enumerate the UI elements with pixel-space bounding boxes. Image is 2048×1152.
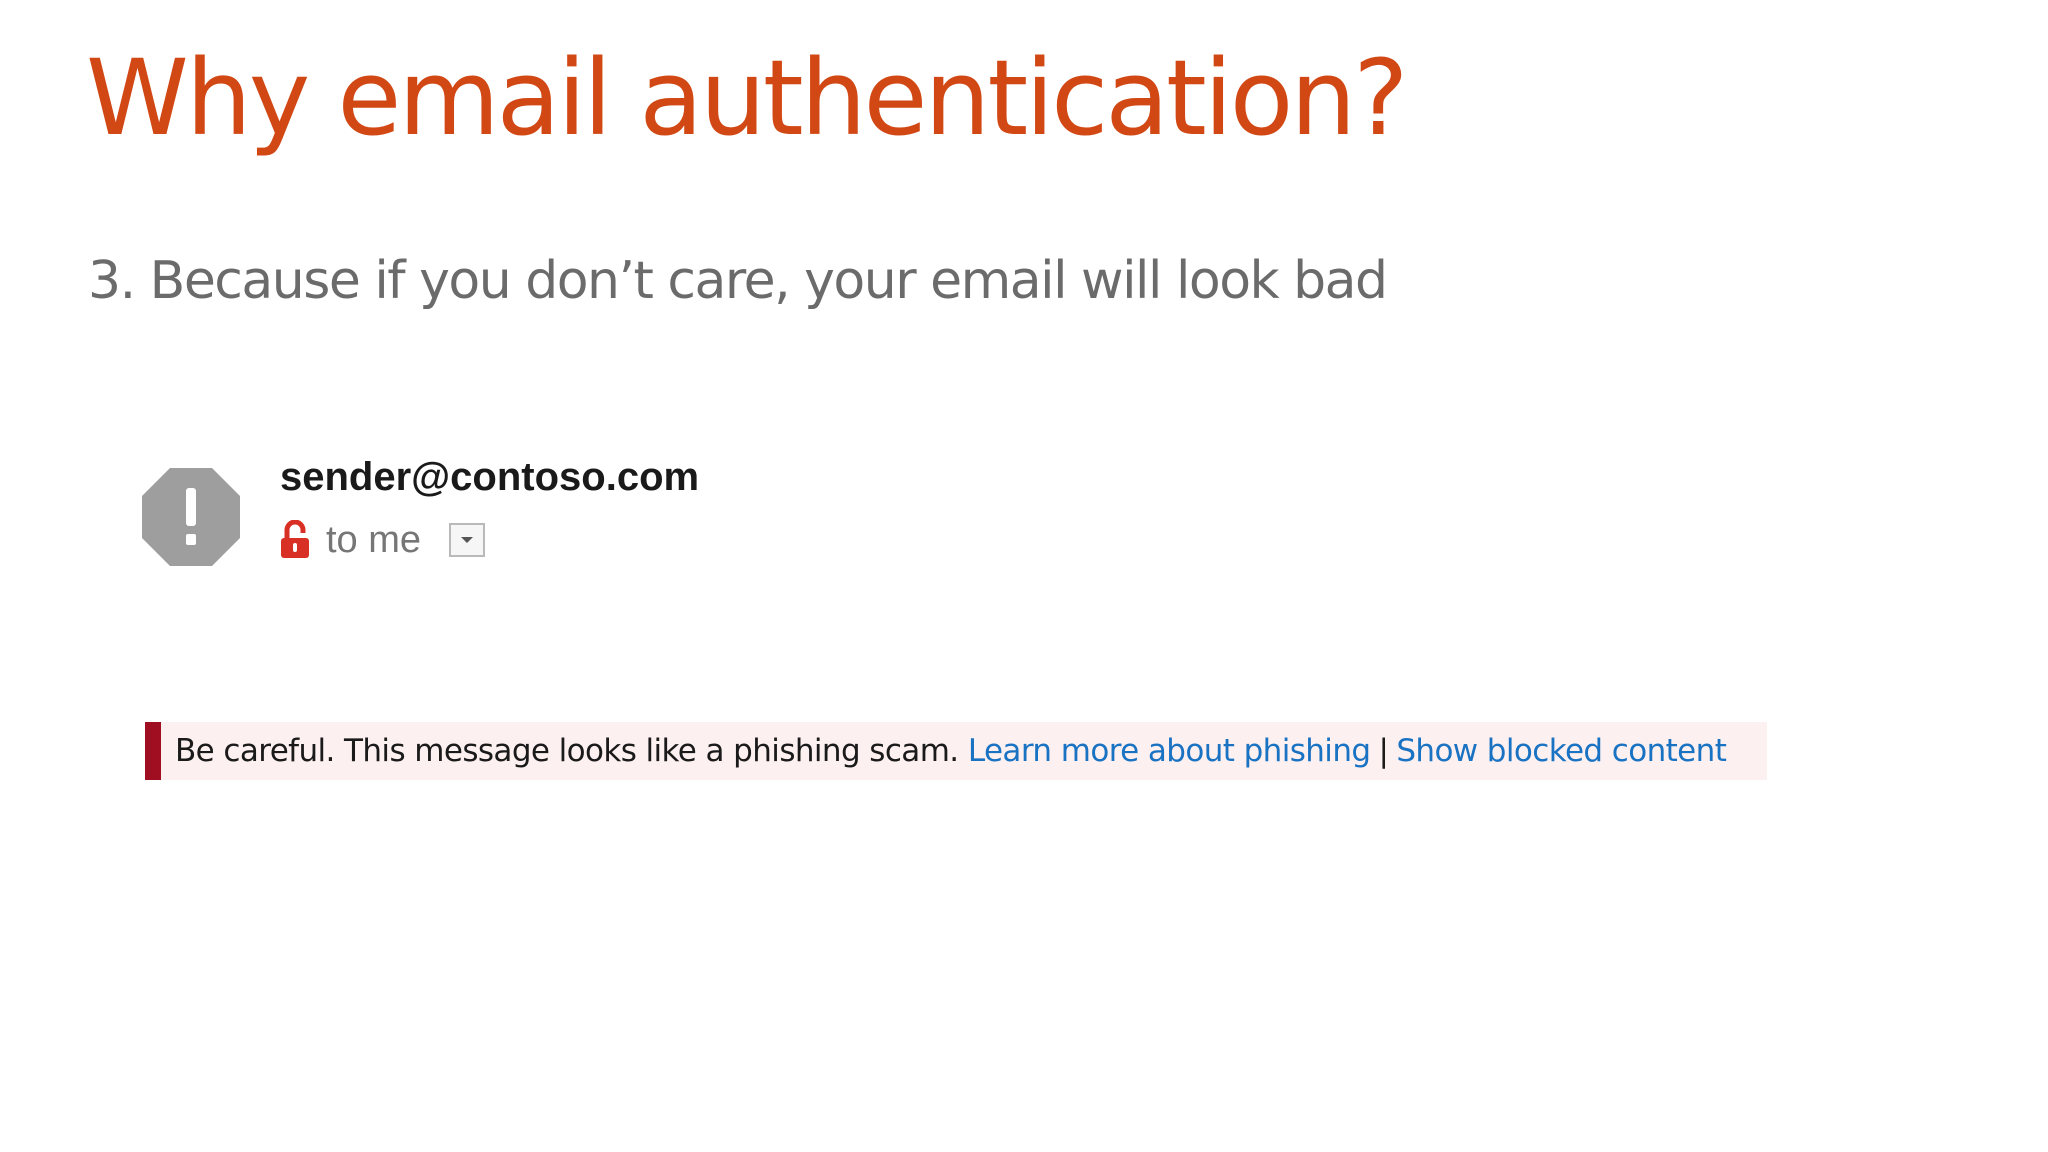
recipient-label: to me [326,519,422,561]
phishing-warning-banner: Be careful. This message looks like a ph… [145,722,1767,780]
slide-title: Why email authentication? [86,37,1408,159]
show-blocked-content-link[interactable]: Show blocked content [1396,733,1727,769]
slide-subtitle: 3. Because if you don’t care, your email… [88,251,1388,311]
learn-more-phishing-link[interactable]: Learn more about phishing [968,733,1371,769]
warning-accent-bar [145,722,161,780]
warning-text: Be careful. This message looks like a ph… [175,731,1727,771]
recipient-details-dropdown[interactable] [449,523,486,557]
warning-message: Be careful. This message looks like a ph… [175,733,959,769]
unlocked-padlock-icon [280,519,310,560]
slide: Why email authentication? 3. Because if … [0,0,2048,1152]
warning-octagon-icon [140,466,242,568]
link-separator: | [1378,733,1389,769]
email-header: sender@contoso.com to me [140,452,840,592]
recipient-row: to me [280,514,486,566]
chevron-down-icon [461,537,474,543]
sender-address[interactable]: sender@contoso.com [280,452,699,502]
